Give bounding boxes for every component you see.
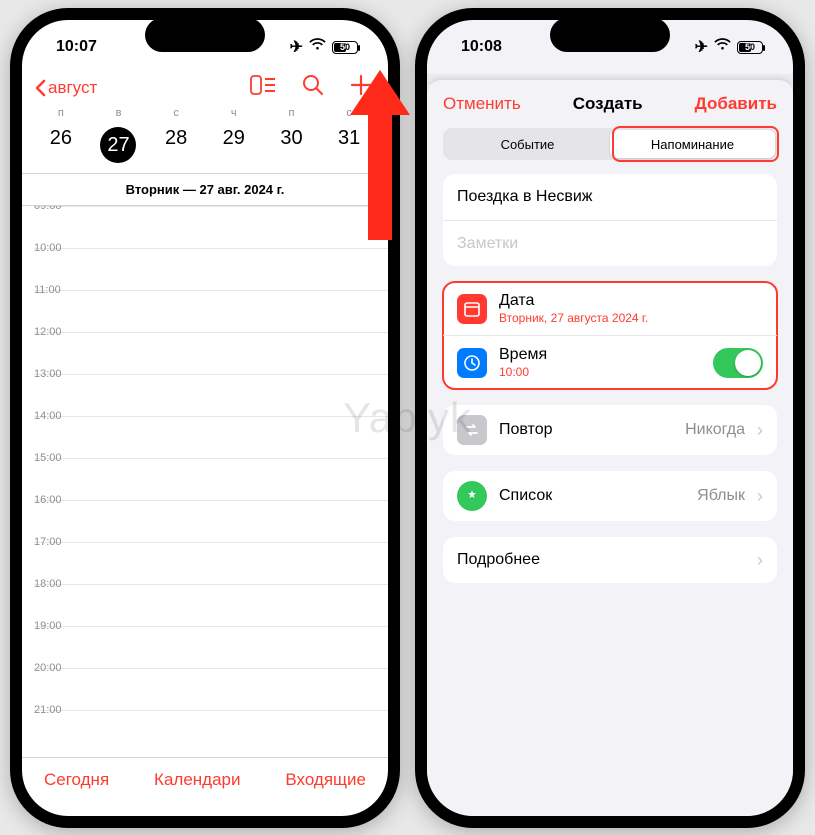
segment-control[interactable]: Событие Напоминание <box>443 128 777 160</box>
day-cell[interactable]: 31 <box>326 123 372 173</box>
week-day-row: пвсчпс <box>22 107 388 123</box>
airplane-icon: ✈︎ <box>695 37 708 57</box>
hour-row[interactable]: 21:00 <box>34 710 388 752</box>
weekday-label: с <box>153 107 199 123</box>
title-input[interactable]: Поездка в Несвиж <box>443 174 777 220</box>
more-label: Подробнее <box>457 551 745 569</box>
weekday-label: п <box>268 107 314 123</box>
time-row[interactable]: Время 10:00 <box>443 335 777 389</box>
status-time: 10:07 <box>56 38 97 56</box>
inbox-button[interactable]: Входящие <box>285 770 366 790</box>
back-label: август <box>48 78 97 98</box>
list-value: Яблык <box>697 487 745 505</box>
calendar-icon <box>457 294 487 324</box>
day-cell[interactable]: 29 <box>211 123 257 173</box>
repeat-row[interactable]: Повтор Никогда › <box>443 405 777 455</box>
chevron-left-icon <box>34 79 46 97</box>
list-row[interactable]: Список Яблык › <box>443 471 777 521</box>
chevron-right-icon: › <box>757 486 763 507</box>
back-button[interactable]: август <box>34 78 97 98</box>
hour-row[interactable]: 18:00 <box>34 584 388 626</box>
add-icon[interactable] <box>350 74 372 101</box>
time-value: 10:00 <box>499 365 701 379</box>
dynamic-island <box>550 18 670 52</box>
battery-icon: 50 <box>737 41 763 54</box>
phone-frame-right: 10:08 ✈︎ 50 Отменить Создать Добавить <box>415 8 805 828</box>
hour-row[interactable]: 16:00 <box>34 500 388 542</box>
hour-row[interactable]: 20:00 <box>34 668 388 710</box>
hour-row[interactable]: 10:00 <box>34 248 388 290</box>
notes-input[interactable]: Заметки <box>443 220 777 266</box>
title-card: Поездка в Несвиж Заметки <box>443 174 777 266</box>
segment-event[interactable]: Событие <box>445 130 610 158</box>
hour-row[interactable]: 19:00 <box>34 626 388 668</box>
hour-row[interactable]: 17:00 <box>34 542 388 584</box>
wifi-icon <box>714 38 731 56</box>
week-date-row: 262728293031 <box>22 123 388 173</box>
hour-list[interactable]: 09:0010:0011:0012:0013:0014:0015:0016:00… <box>22 206 388 757</box>
cancel-button[interactable]: Отменить <box>443 94 521 114</box>
repeat-value: Никогда <box>685 421 745 439</box>
status-time: 10:08 <box>461 38 502 56</box>
hour-row[interactable]: 14:00 <box>34 416 388 458</box>
battery-icon: 50 <box>332 41 358 54</box>
search-icon[interactable] <box>302 74 324 101</box>
title-value: Поездка в Несвиж <box>457 188 593 206</box>
day-cell[interactable]: 28 <box>153 123 199 173</box>
day-title: Вторник — 27 авг. 2024 г. <box>22 174 388 205</box>
day-cell[interactable]: 30 <box>268 123 314 173</box>
weekday-label: ч <box>211 107 257 123</box>
hour-row[interactable]: 13:00 <box>34 374 388 416</box>
hour-row[interactable]: 15:00 <box>34 458 388 500</box>
wifi-icon <box>309 38 326 56</box>
repeat-label: Повтор <box>499 421 673 439</box>
list-label: Список <box>499 487 685 505</box>
date-value: Вторник, 27 августа 2024 г. <box>499 311 763 325</box>
datetime-card: Дата Вторник, 27 августа 2024 г. Время 1… <box>443 282 777 389</box>
repeat-card: Повтор Никогда › <box>443 405 777 455</box>
more-card: Подробнее › <box>443 537 777 583</box>
modal-title: Создать <box>573 94 643 114</box>
hour-row[interactable]: 11:00 <box>34 290 388 332</box>
day-cell[interactable]: 26 <box>38 123 84 173</box>
clock-icon <box>457 348 487 378</box>
list-card: Список Яблык › <box>443 471 777 521</box>
hour-row[interactable]: 12:00 <box>34 332 388 374</box>
time-label: Время <box>499 346 701 364</box>
add-button[interactable]: Добавить <box>695 94 777 114</box>
list-icon <box>457 481 487 511</box>
airplane-icon: ✈︎ <box>290 37 303 57</box>
more-row[interactable]: Подробнее › <box>443 537 777 583</box>
segment-reminder[interactable]: Напоминание <box>610 130 775 158</box>
chevron-right-icon: › <box>757 550 763 571</box>
weekday-label: п <box>38 107 84 123</box>
dynamic-island <box>145 18 265 52</box>
hour-row[interactable]: 09:00 <box>34 206 388 248</box>
phone-frame-left: 10:07 ✈︎ 50 август <box>10 8 400 828</box>
calendars-button[interactable]: Календари <box>154 770 240 790</box>
weekday-label: в <box>95 107 141 123</box>
list-view-icon[interactable] <box>250 75 276 100</box>
notes-placeholder: Заметки <box>457 235 518 253</box>
date-label: Дата <box>499 292 763 310</box>
time-toggle[interactable] <box>713 348 763 378</box>
weekday-label: с <box>326 107 372 123</box>
create-modal: Отменить Создать Добавить Событие Напоми… <box>427 80 793 816</box>
today-button[interactable]: Сегодня <box>44 770 109 790</box>
chevron-right-icon: › <box>757 420 763 441</box>
repeat-icon <box>457 415 487 445</box>
date-row[interactable]: Дата Вторник, 27 августа 2024 г. <box>443 282 777 335</box>
bottom-toolbar: Сегодня Календари Входящие <box>22 757 388 816</box>
day-cell[interactable]: 27 <box>95 123 141 173</box>
